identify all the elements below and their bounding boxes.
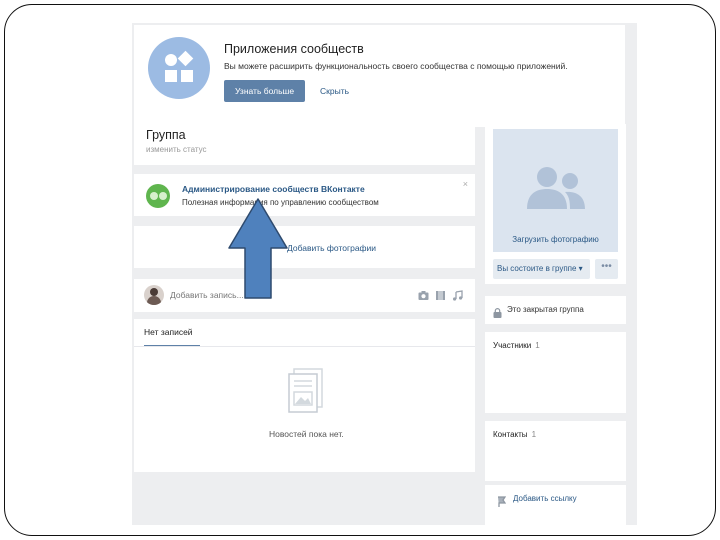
lock-icon xyxy=(493,305,502,323)
add-photos-card[interactable]: Добавить фотографии xyxy=(134,226,475,268)
admin-info-title[interactable]: Администрирование сообществ ВКонтакте xyxy=(182,184,365,194)
document-icon xyxy=(286,367,326,420)
divider xyxy=(134,346,475,347)
members-count: 1 xyxy=(535,341,540,350)
apps-banner: Приложения сообществ Вы можете расширить… xyxy=(134,25,625,127)
group-icon xyxy=(527,167,585,209)
post-attach-tools xyxy=(418,288,463,301)
learn-more-button[interactable]: Узнать больше xyxy=(224,80,306,102)
upload-photo-link[interactable]: Загрузить фотографию xyxy=(493,235,618,244)
contacts-count: 1 xyxy=(531,430,537,439)
admin-info-card[interactable]: Администрирование сообществ ВКонтакте По… xyxy=(134,174,475,216)
empty-wall-text: Новостей пока нет. xyxy=(269,429,344,439)
closed-group-card: Это закрытая группа xyxy=(485,296,626,324)
group-name: Группа xyxy=(146,128,186,142)
annotation-arrow xyxy=(228,198,288,299)
apps-description: Вы можете расширить функциональность сво… xyxy=(224,61,568,71)
more-actions-button[interactable]: ••• xyxy=(595,259,618,279)
add-photos-link[interactable]: Добавить фотографии xyxy=(287,243,376,253)
music-icon[interactable] xyxy=(452,288,463,301)
hide-button[interactable]: Скрыть xyxy=(320,80,349,102)
contacts-card[interactable]: Контакты 1 xyxy=(485,421,626,481)
group-photo-card: Загрузить фотографию Вы состоите в групп… xyxy=(485,124,626,284)
slide-frame: Приложения сообществ Вы можете расширить… xyxy=(4,4,716,536)
apps-icon xyxy=(148,37,210,99)
close-icon[interactable]: × xyxy=(463,179,468,189)
contacts-title[interactable]: Контакты 1 xyxy=(493,430,536,439)
link-icon xyxy=(497,494,507,512)
closed-group-label: Это закрытая группа xyxy=(507,305,584,314)
upload-photo-area[interactable]: Загрузить фотографию xyxy=(493,129,618,252)
add-link-button[interactable]: Добавить ссылку xyxy=(513,494,577,503)
wall: Нет записей Новостей пока нет. xyxy=(134,319,475,472)
community-page: Приложения сообществ Вы можете расширить… xyxy=(132,23,637,525)
avatar xyxy=(144,285,164,305)
apps-title: Приложения сообществ xyxy=(224,42,364,56)
membership-dropdown[interactable]: Вы состоите в группе ▾ xyxy=(493,259,590,279)
group-header: Группа изменить статус xyxy=(134,119,475,165)
status-edit-link[interactable]: изменить статус xyxy=(146,145,207,154)
vk-admin-avatar xyxy=(146,184,170,208)
new-post-box[interactable]: Добавить запись... xyxy=(134,279,475,312)
camera-icon[interactable] xyxy=(418,288,429,300)
video-icon[interactable] xyxy=(435,288,446,300)
members-card[interactable]: Участники 1 xyxy=(485,332,626,413)
tab-no-posts[interactable]: Нет записей xyxy=(144,327,200,347)
members-title[interactable]: Участники 1 xyxy=(493,341,540,350)
members-label: Участники xyxy=(493,341,532,350)
add-link-card[interactable]: Добавить ссылку xyxy=(485,485,626,525)
contacts-label: Контакты xyxy=(493,430,528,439)
